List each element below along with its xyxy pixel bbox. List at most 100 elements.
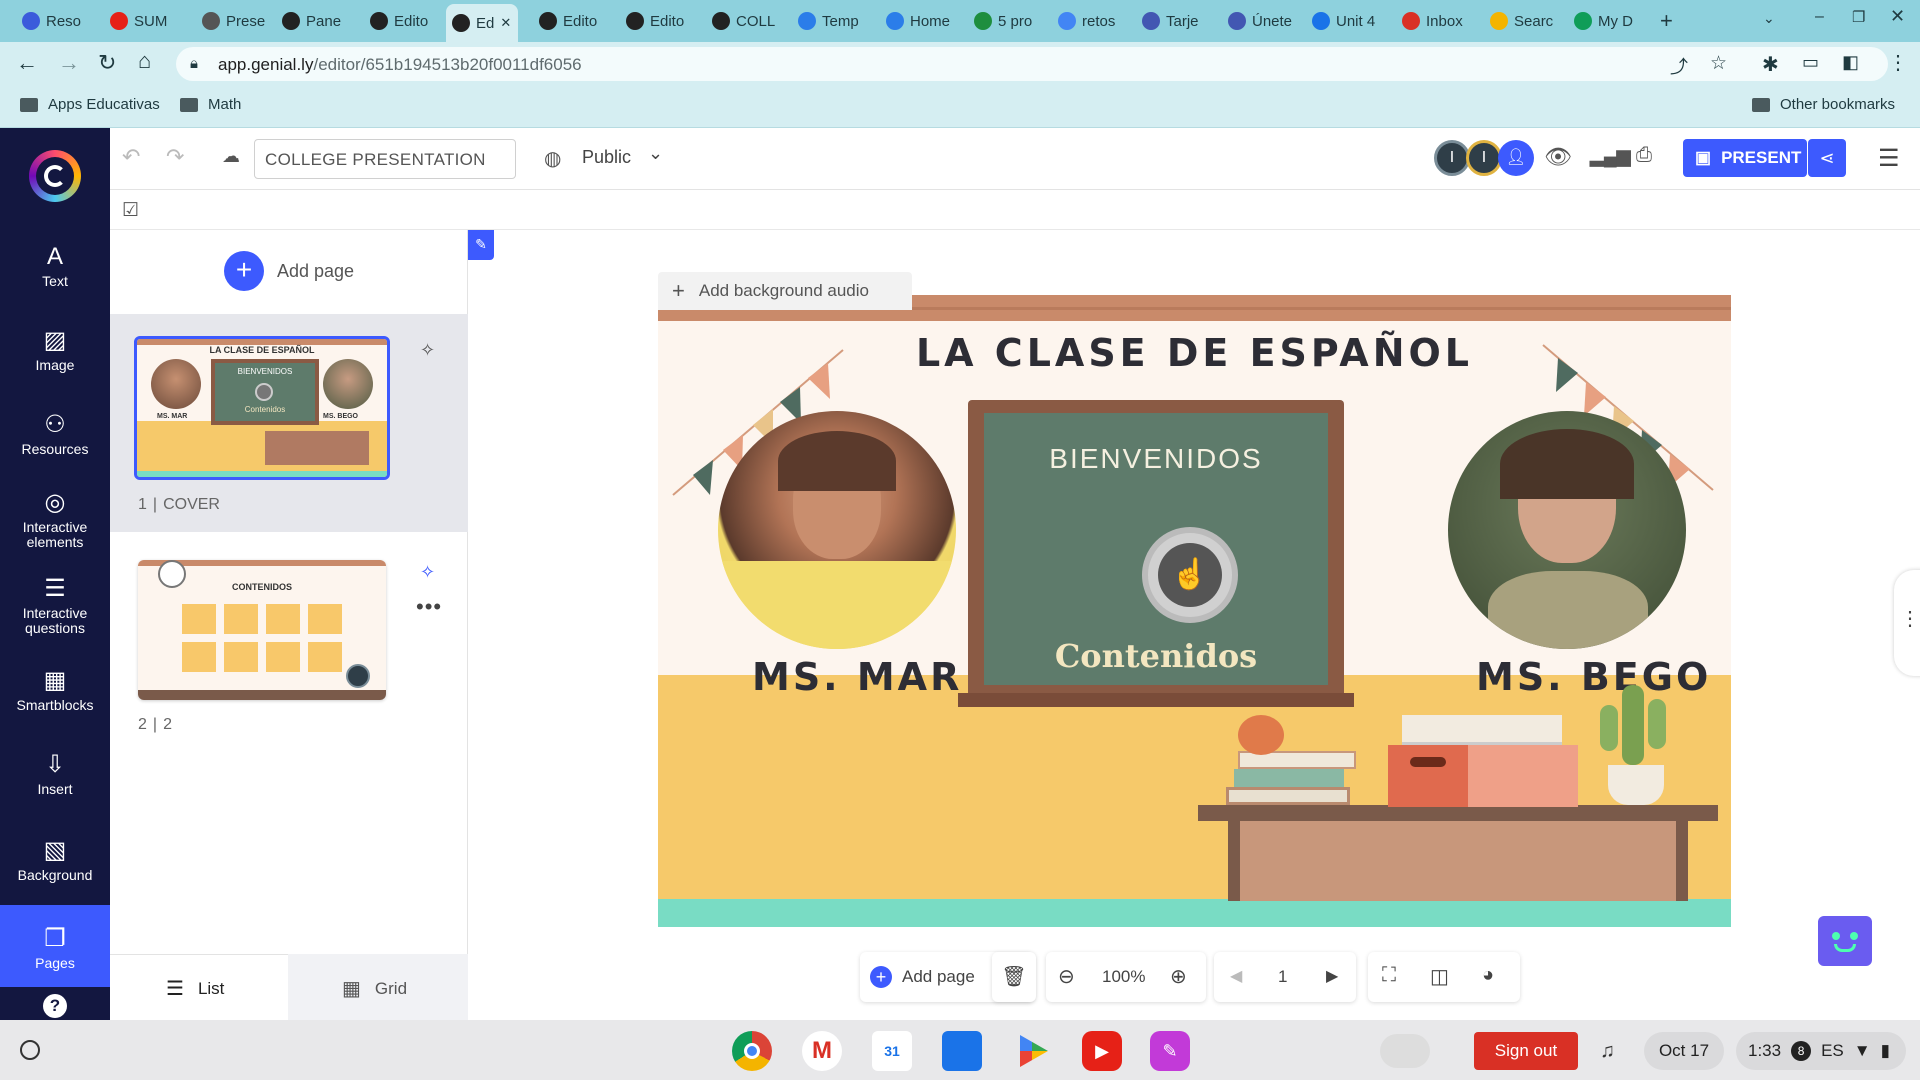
fit-screen-icon[interactable]: ⛶ [1382, 964, 1396, 987]
browser-tab[interactable]: Edito [533, 6, 611, 36]
zoom-out-icon[interactable]: ⊖ [1058, 964, 1075, 989]
present-button[interactable]: ▣ PRESENT [1683, 139, 1807, 177]
delete-page-icon[interactable]: 🗑︎ [992, 952, 1036, 1002]
collaborator-avatar[interactable]: I [1434, 140, 1470, 176]
bookmark-star-icon[interactable]: ☆ [1710, 52, 1727, 75]
visibility-dropdown[interactable]: Public [582, 147, 631, 168]
browser-tab[interactable]: Pane [276, 6, 354, 36]
browser-menu-icon[interactable]: ⋮ [1888, 50, 1908, 75]
sidebar-item-smartblocks[interactable]: ▦ Smartblocks [0, 668, 110, 713]
browser-tab[interactable]: Reso [16, 6, 94, 36]
bookmark-math[interactable]: Math [180, 96, 241, 113]
home-icon[interactable]: ⌂ [138, 48, 151, 74]
extensions-icon[interactable]: ✱ [1762, 52, 1779, 77]
grid-view-button[interactable]: ▦ Grid [342, 976, 407, 1001]
launcher-icon[interactable] [20, 1040, 40, 1060]
cast-icon[interactable]: ▭ [1802, 52, 1819, 73]
magic-wand-icon[interactable]: ✧ [420, 340, 435, 361]
download-icon[interactable]: ⎙ [1636, 144, 1652, 167]
sidebar-item-pages[interactable]: ❐ Pages [0, 926, 110, 971]
pin-icon[interactable]: ✎ [468, 230, 494, 260]
other-bookmarks[interactable]: Other bookmarks [1752, 96, 1895, 113]
minimize-icon[interactable]: – [1815, 8, 1824, 26]
browser-tab[interactable]: Unit 4 [1306, 6, 1384, 36]
chatbot-icon[interactable] [1818, 916, 1872, 966]
browser-tab[interactable]: Home [880, 6, 958, 36]
youtube-icon[interactable]: ▶ [1082, 1031, 1122, 1071]
share-icon[interactable]: ⋖ [1808, 139, 1846, 177]
browser-tab[interactable]: Temp [792, 6, 870, 36]
magic-wand-icon[interactable]: ✧ [420, 562, 435, 583]
palette-icon[interactable]: ◕ [1482, 964, 1494, 987]
browser-tab[interactable]: Prese [196, 6, 274, 36]
redo-icon[interactable]: ↷ [166, 144, 184, 170]
interactive-button[interactable]: ☝ [1142, 527, 1238, 623]
sidebar-item-image[interactable]: ▨ Image [0, 328, 110, 373]
hamburger-menu-icon[interactable]: ☰ [1878, 144, 1900, 173]
page-1-label[interactable]: 1 | COVER [138, 496, 220, 514]
browser-tab[interactable]: Tarje [1136, 6, 1214, 36]
reload-icon[interactable]: ↻ [98, 50, 116, 76]
browser-tab[interactable]: retos [1052, 6, 1130, 36]
undo-icon[interactable]: ↶ [122, 144, 140, 170]
browser-tab[interactable]: My D [1568, 6, 1646, 36]
sign-out-button[interactable]: Sign out [1474, 1032, 1578, 1070]
chrome-icon[interactable] [732, 1031, 772, 1071]
genially-logo[interactable] [29, 150, 81, 202]
checklist-icon[interactable]: ☑ [122, 199, 139, 222]
browser-tab[interactable]: COLL [706, 6, 784, 36]
browser-tab[interactable]: Inbox [1396, 6, 1474, 36]
zoom-in-icon[interactable]: ⊕ [1170, 964, 1187, 989]
collaborator-avatar[interactable]: I [1466, 140, 1502, 176]
gmail-icon[interactable]: M [802, 1031, 842, 1071]
add-collaborator-icon[interactable]: 👤︎ [1498, 140, 1534, 176]
browser-tab[interactable]: Searc [1484, 6, 1562, 36]
chevron-down-icon[interactable]: ⌄ [648, 143, 663, 164]
side-panel-icon[interactable]: ◧ [1842, 52, 1859, 73]
page-2-label[interactable]: 2 | 2 [138, 716, 172, 734]
share-page-icon[interactable]: ⤴ [1670, 53, 1688, 79]
list-view-button[interactable]: ☰ List [166, 976, 224, 1001]
sidebar-item-text[interactable]: A Text [0, 244, 110, 289]
browser-tab[interactable]: Edito [364, 6, 442, 36]
tote-icon[interactable] [1380, 1034, 1430, 1068]
app-icon[interactable]: ✎ [1150, 1031, 1190, 1071]
browser-tab[interactable]: Edito [620, 6, 698, 36]
current-page[interactable]: 1 [1278, 967, 1287, 987]
layout-icon[interactable]: ◫ [1430, 964, 1449, 989]
browser-tab[interactable]: Únete [1222, 6, 1300, 36]
new-tab-icon[interactable]: + [1660, 8, 1673, 34]
board-link[interactable]: Contenidos [984, 637, 1328, 675]
presentation-title-input[interactable]: COLLEGE PRESENTATION [254, 139, 516, 179]
sidebar-item-interactive-elements[interactable]: ◎ Interactive elements [0, 490, 110, 550]
close-tab-icon[interactable]: ✕ [500, 15, 511, 31]
address-bar[interactable]: 🔒︎ app.genial.ly/editor/651b194513b20f00… [176, 47, 1888, 81]
sidebar-item-interactive-questions[interactable]: ☰ Interactive questions [0, 576, 110, 636]
status-area[interactable]: 1:33 8 ES ▼ ▮ [1736, 1032, 1906, 1070]
page-thumbnail-2[interactable]: CONTENIDOS [138, 560, 386, 700]
back-icon[interactable]: ← [16, 50, 38, 76]
browser-tab[interactable]: 5 pro [968, 6, 1046, 36]
slide[interactable]: LA CLASE DE ESPAÑOL BIENVENIDOS ☝ Conten… [658, 295, 1731, 927]
page-thumbnail-1[interactable]: LA CLASE DE ESPAÑOL BIENVENIDOS Contenid… [134, 336, 390, 480]
files-icon[interactable] [942, 1031, 982, 1071]
add-background-audio-button[interactable]: + Add background audio [658, 272, 912, 310]
date-pill[interactable]: Oct 17 [1644, 1032, 1724, 1070]
close-window-icon[interactable]: ✕ [1890, 6, 1905, 27]
sidebar-item-resources[interactable]: ⚇ Resources [0, 412, 110, 457]
add-page-icon[interactable]: + [224, 251, 264, 291]
add-page-label[interactable]: Add page [277, 261, 354, 282]
page-more-icon[interactable]: ••• [416, 594, 442, 620]
preview-eye-icon[interactable]: 👁︎ [1544, 144, 1572, 170]
sidebar-item-insert[interactable]: ⇩ Insert [0, 752, 110, 797]
browser-tab[interactable]: Ed ✕ [446, 4, 518, 42]
media-controls-icon[interactable]: ♫ [1600, 1040, 1615, 1063]
more-options-icon[interactable]: ⋮ [1900, 606, 1920, 631]
prev-page-icon[interactable]: ◀ [1230, 966, 1242, 986]
tab-search-icon[interactable]: ⌄ [1763, 10, 1775, 27]
help-icon[interactable]: ? [43, 994, 67, 1018]
sidebar-item-background[interactable]: ▧ Background [0, 838, 110, 883]
browser-tab[interactable]: SUM [104, 6, 182, 36]
next-page-icon[interactable]: ▶ [1326, 966, 1338, 986]
analytics-icon[interactable]: ▂▄▆ [1590, 146, 1630, 167]
